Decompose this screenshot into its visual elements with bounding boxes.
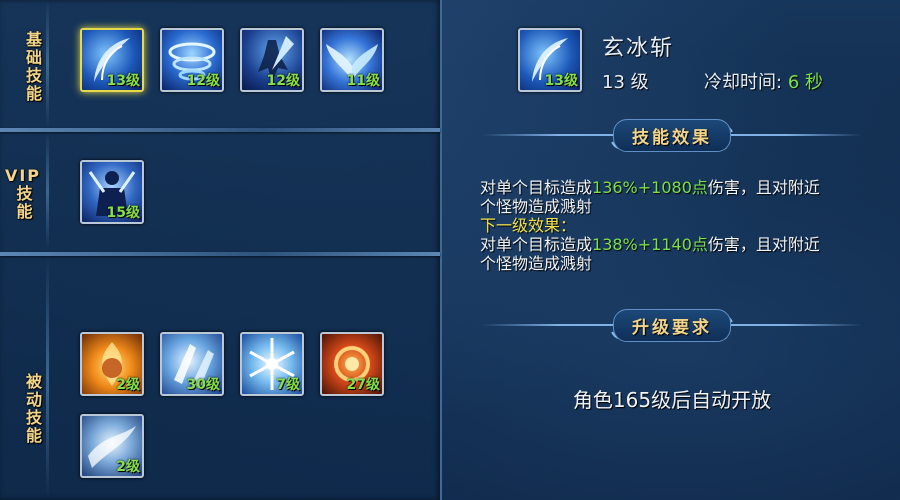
skill-level: 2级: [116, 459, 140, 475]
skill-ice-shards[interactable]: 30级: [160, 332, 224, 396]
effect-title: 技能效果: [613, 118, 731, 152]
skill-ice-strike[interactable]: 12级: [240, 28, 304, 92]
skill-ice-crystal[interactable]: 7级: [240, 332, 304, 396]
skill-level: 7级: [276, 377, 300, 393]
skill-ice-avatar[interactable]: 15级: [80, 160, 144, 224]
skill-fire-aura[interactable]: 2级: [80, 332, 144, 396]
next-effect-line2: 个怪物造成溅射: [480, 254, 593, 273]
upgrade-requirement: 角色165级后自动开放: [572, 388, 772, 412]
effect-description: 对单个目标造成136%+1080点伤害，且对附近 个怪物造成溅射 下一级效果： …: [480, 178, 880, 273]
vip-label-bottom: 技能: [13, 185, 33, 221]
next-effect-line: 对单个目标造成138%+1140点伤害，且对附近: [480, 235, 880, 254]
effect-suffix: 伤害，且对附近: [707, 178, 820, 197]
skill-level: 12级: [186, 73, 220, 89]
skill-level: 30级: [186, 377, 220, 393]
next-level-label: 下一级效果：: [480, 216, 577, 235]
skill-level: 11级: [346, 73, 380, 89]
skill-level: 27级: [346, 377, 380, 393]
passive-skills-section: 被动技能 2级 30级 7级 27级 2级: [0, 256, 440, 500]
effect-value: 136%+1080点: [592, 178, 708, 197]
vip-skills-section: VIP 技能 15级: [0, 132, 440, 250]
skill-level: 12级: [266, 73, 300, 89]
effect-line2: 个怪物造成溅射: [480, 197, 593, 216]
upgrade-banner: 升级要求: [482, 308, 862, 344]
skill-list-panel: 基础技能 13级 12级 12级 11级 VIP 技能 15级 被动技能 2级 …: [0, 0, 442, 500]
skill-level: 2级: [116, 377, 140, 393]
skill-ice-slash[interactable]: 13级: [80, 28, 144, 92]
side-rail: [46, 256, 49, 500]
skill-level: 15级: [106, 205, 140, 221]
effect-prefix: 对单个目标造成: [480, 178, 593, 197]
effect-banner: 技能效果: [482, 118, 862, 154]
detail-skill-icon: 13级: [518, 28, 582, 92]
effect-line: 对单个目标造成136%+1080点伤害，且对附近: [480, 178, 880, 197]
side-rail: [46, 0, 49, 128]
next-suffix: 伤害，且对附近: [707, 235, 820, 254]
side-rail: [46, 132, 49, 250]
skill-level-text: 13 级: [602, 72, 649, 93]
cooldown-value: 6 秒: [787, 72, 823, 93]
basic-skills-label: 基础技能: [23, 31, 42, 103]
skill-ice-storm[interactable]: 2级: [80, 414, 144, 478]
cooldown: 冷却时间: 6 秒: [704, 68, 823, 94]
passive-skills-label: 被动技能: [23, 373, 42, 445]
skill-detail-panel: 13级 玄冰斩 13 级 冷却时间: 6 秒 技能效果 对单个目标造成136%+…: [442, 0, 900, 500]
skill-ice-vortex[interactable]: 12级: [160, 28, 224, 92]
basic-skills-section: 基础技能 13级 12级 12级 11级: [0, 0, 440, 128]
skill-level: 13级: [544, 73, 578, 89]
skill-ice-wings[interactable]: 11级: [320, 28, 384, 92]
cooldown-label: 冷却时间:: [704, 72, 783, 93]
vip-skills-label: VIP 技能: [4, 166, 42, 230]
next-value: 138%+1140点: [592, 235, 708, 254]
vip-label-top: VIP: [4, 166, 42, 185]
skill-fire-burst[interactable]: 27级: [320, 332, 384, 396]
next-prefix: 对单个目标造成: [480, 235, 593, 254]
skill-level: 13级: [106, 73, 140, 89]
upgrade-title: 升级要求: [613, 308, 731, 342]
skill-name: 玄冰斩: [602, 36, 675, 61]
